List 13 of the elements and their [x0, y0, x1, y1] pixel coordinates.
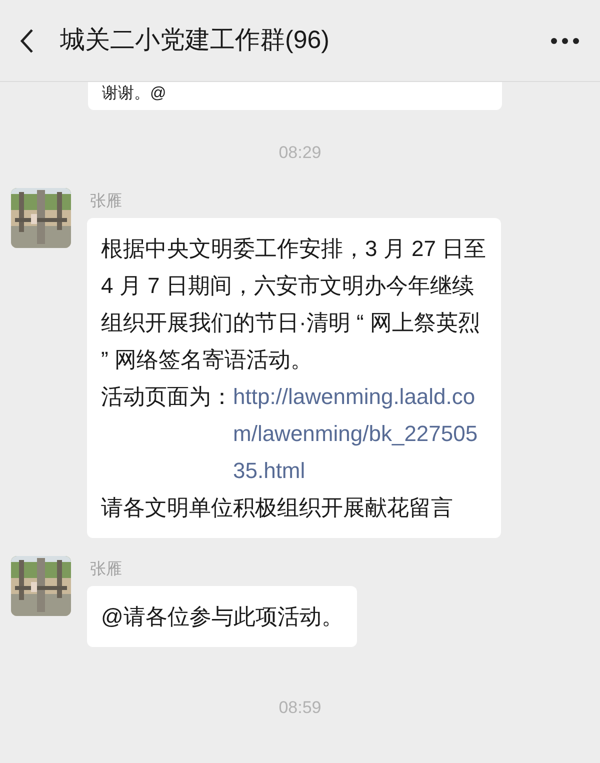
message-text: 请各文明单位积极组织开展献花留言: [101, 494, 453, 522]
back-icon[interactable]: [20, 28, 34, 54]
timestamp: 08:29: [278, 142, 322, 164]
message-text: 谢谢。@: [102, 84, 166, 104]
timestamp: 08:59: [278, 696, 322, 718]
sender-name: 张雁: [90, 192, 123, 212]
more-icon[interactable]: [550, 36, 580, 44]
message-text: 活动页面为：: [101, 382, 233, 410]
message-text: 根据中央文明委工作安排，3 月 27 日至 4 月 7 日期间，六安市文明办今年继续组织开展我们的节日·清明 “ 网上祭英烈 ” 网络签名寄语活动。: [101, 234, 487, 374]
sender-name: 张雁: [90, 560, 123, 580]
chat-title: 城关二小党建工作群(96): [60, 24, 330, 56]
link[interactable]: http://lawenming.laald.com/lawenming/bk_22750535.html: [233, 378, 487, 488]
message-text: @请各位参与此项活动。: [101, 602, 344, 630]
